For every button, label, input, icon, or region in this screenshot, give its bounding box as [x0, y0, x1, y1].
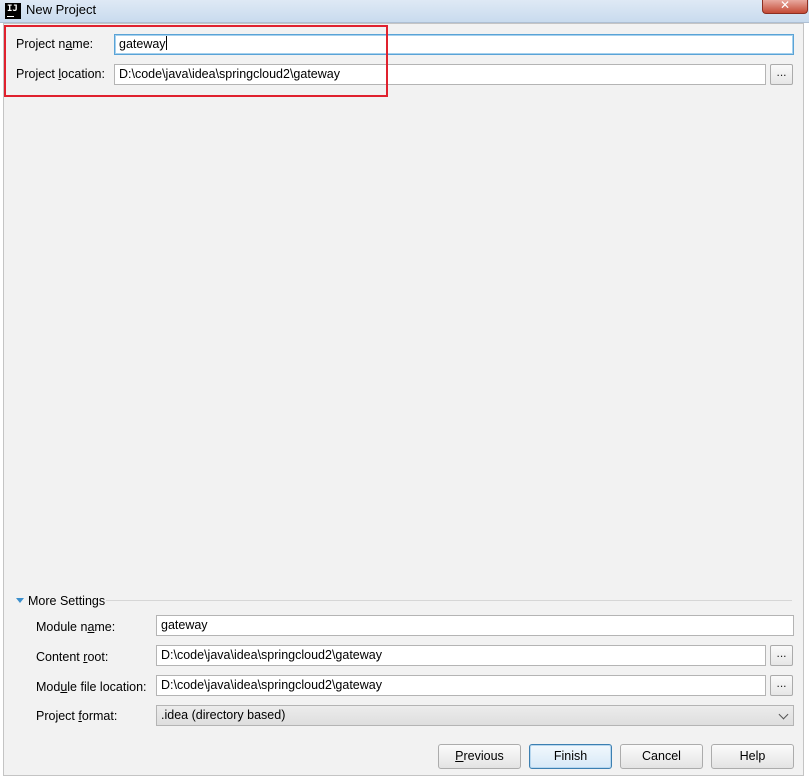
cancel-button[interactable]: Cancel [620, 744, 703, 769]
module-file-location-input[interactable]: D:\code\java\idea\springcloud2\gateway [156, 675, 766, 696]
help-button[interactable]: Help [711, 744, 794, 769]
project-location-browse-button[interactable]: ... [770, 64, 793, 85]
project-name-label: Project name: [16, 37, 94, 51]
module-file-browse-button[interactable]: ... [770, 675, 793, 696]
more-settings-title: More Settings [28, 594, 106, 608]
module-name-input[interactable]: gateway [156, 615, 794, 636]
title-bar: IJ New Project ✕ [0, 0, 809, 23]
content-root-input[interactable]: D:\code\java\idea\springcloud2\gateway [156, 645, 766, 666]
chevron-down-icon [778, 709, 789, 720]
window-title: New Project [26, 2, 97, 17]
previous-button[interactable]: Previous [438, 744, 521, 769]
close-button[interactable]: ✕ [762, 0, 808, 14]
content-root-browse-button[interactable]: ... [770, 645, 793, 666]
project-format-label: Project format: [36, 709, 118, 723]
project-format-select[interactable]: .idea (directory based) [156, 705, 794, 726]
project-location-label: Project location: [16, 67, 105, 81]
settings-divider [106, 600, 792, 601]
expand-triangle-icon [16, 598, 24, 603]
project-name-input[interactable]: gateway [114, 34, 794, 55]
text-caret [165, 36, 167, 50]
intellij-app-icon: IJ [5, 3, 21, 19]
finish-button[interactable]: Finish [529, 744, 612, 769]
close-icon: ✕ [779, 0, 791, 12]
module-file-location-label: Module file location: [36, 680, 147, 694]
project-location-input[interactable]: D:\code\java\idea\springcloud2\gateway [114, 64, 766, 85]
content-root-label: Content root: [36, 650, 109, 664]
module-name-label: Module name: [36, 620, 116, 634]
